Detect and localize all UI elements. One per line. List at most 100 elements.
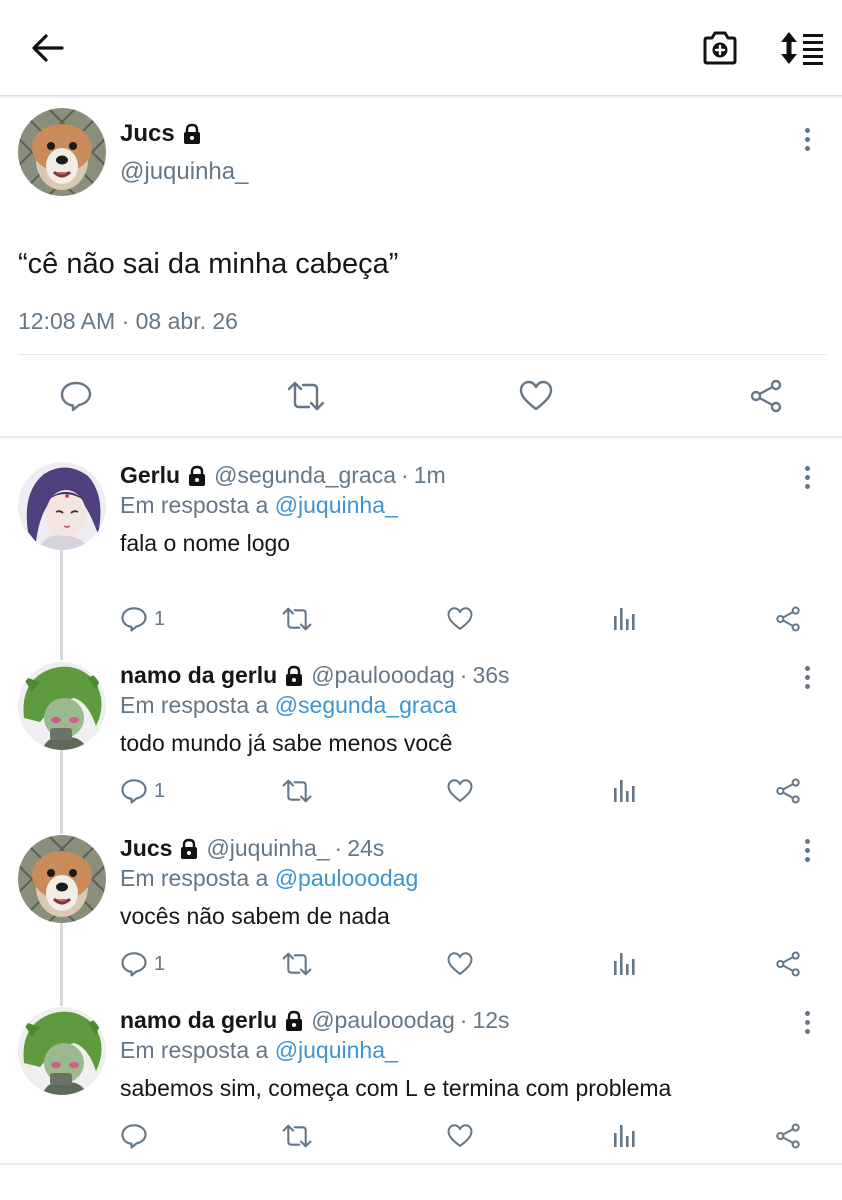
heart-icon <box>519 380 553 411</box>
in-reply-prefix: Em resposta a <box>120 1037 269 1063</box>
reply-author-handle[interactable]: @paulooodag <box>311 662 455 689</box>
author-name-row: Jucs <box>120 120 203 148</box>
reply-author-name[interactable]: namo da gerlu <box>120 1007 277 1034</box>
back-button[interactable] <box>22 26 74 70</box>
more-dot <box>804 838 810 844</box>
retweet-icon <box>282 1124 312 1148</box>
more-dot <box>804 1010 810 1016</box>
lock-icon <box>286 1010 303 1031</box>
heart-icon <box>447 779 473 802</box>
like-button[interactable] <box>446 602 474 636</box>
analytics-button[interactable] <box>612 1119 636 1153</box>
more-options-button[interactable] <box>797 835 817 865</box>
reply-button[interactable]: 1 <box>120 774 165 808</box>
dog-avatar-image <box>18 835 106 923</box>
avatar[interactable] <box>18 108 106 196</box>
more-dot <box>804 847 810 853</box>
mention-link[interactable]: @segunda_graca <box>275 692 457 718</box>
reply-time: 24s <box>347 835 385 861</box>
retweet-button[interactable] <box>286 376 326 416</box>
share-button[interactable] <box>774 602 802 636</box>
share-button[interactable] <box>774 947 802 981</box>
reply-author-handle[interactable]: @juquinha_ <box>206 835 329 862</box>
like-button[interactable] <box>446 947 474 981</box>
retweet-button[interactable] <box>282 1119 312 1153</box>
more-dot <box>804 683 810 689</box>
avatar[interactable] <box>18 462 106 550</box>
avatar[interactable] <box>18 835 106 923</box>
reply-author-name[interactable]: Jucs <box>120 835 172 862</box>
retweet-button[interactable] <box>282 774 312 808</box>
retweet-button[interactable] <box>282 947 312 981</box>
reply-author-name[interactable]: Gerlu <box>120 462 180 489</box>
lock-icon <box>286 665 303 686</box>
reply-count: 1 <box>154 779 166 802</box>
reply-actions: 1 <box>0 602 842 636</box>
reply-time: 36s <box>472 662 510 688</box>
bar-chart-icon <box>614 1125 635 1147</box>
author-handle[interactable]: @juquinha_ <box>120 158 248 186</box>
reply-count: 1 <box>154 952 166 975</box>
mention-link[interactable]: @juquinha_ <box>275 1037 398 1063</box>
share-icon <box>776 606 800 632</box>
reply-button[interactable] <box>120 1119 154 1153</box>
arrow-left-icon <box>32 34 64 62</box>
author-name[interactable]: Jucs <box>120 120 175 148</box>
green-hair-avatar-image <box>18 1007 106 1095</box>
share-button[interactable] <box>774 774 802 808</box>
reply-button[interactable] <box>56 376 96 416</box>
reply-header: Jucs @juquinha_ · 24s <box>120 835 384 862</box>
mention-link[interactable]: @juquinha_ <box>275 492 398 518</box>
top-bar <box>0 0 842 96</box>
lock-icon <box>181 838 198 859</box>
main-tweet: Jucs @juquinha_ “cê não sai da minha cab… <box>0 98 842 436</box>
in-reply-prefix: Em resposta a <box>120 692 269 718</box>
bar-chart-icon <box>614 780 635 802</box>
more-dot <box>804 1028 810 1034</box>
like-button[interactable] <box>446 1119 474 1153</box>
reply-time: 1m <box>413 462 446 488</box>
like-button[interactable] <box>446 774 474 808</box>
share-button[interactable] <box>746 376 786 416</box>
more-options-button[interactable] <box>797 662 817 692</box>
more-options-button[interactable] <box>797 462 817 492</box>
more-dot <box>804 474 810 480</box>
bar-chart-icon <box>614 608 635 630</box>
share-button[interactable] <box>774 1119 802 1153</box>
avatar[interactable] <box>18 662 106 750</box>
retweet-icon <box>282 607 312 631</box>
heart-icon <box>447 1124 473 1147</box>
more-options-button[interactable] <box>797 1007 817 1037</box>
more-dot <box>804 856 810 862</box>
like-button[interactable] <box>516 376 556 416</box>
mention-link[interactable]: @paulooodag <box>275 865 419 891</box>
analytics-button[interactable] <box>612 602 636 636</box>
share-icon <box>776 1123 800 1149</box>
dog-avatar-image <box>18 108 106 196</box>
avatar[interactable] <box>18 1007 106 1095</box>
more-dot <box>804 483 810 489</box>
analytics-button[interactable] <box>612 774 636 808</box>
reply-header: Gerlu @segunda_graca · 1m <box>120 462 446 489</box>
reply-time: 12s <box>472 1007 510 1033</box>
reply-author-handle[interactable]: @paulooodag <box>311 1007 455 1034</box>
separator-dot: · <box>459 1007 468 1033</box>
more-dot <box>804 145 810 151</box>
reply-button[interactable]: 1 <box>120 602 165 636</box>
more-options-button[interactable] <box>797 124 817 154</box>
reply-tweet: namo da gerlu @paulooodag · 36s Em respo… <box>0 662 842 812</box>
lock-icon <box>189 465 206 486</box>
reply-icon <box>121 607 147 632</box>
separator-dot: · <box>334 835 343 861</box>
retweet-button[interactable] <box>282 602 312 636</box>
separator-dot: · <box>459 662 468 688</box>
reply-author-handle[interactable]: @segunda_graca <box>214 462 396 489</box>
reply-author-name[interactable]: namo da gerlu <box>120 662 277 689</box>
camera-button[interactable] <box>694 24 746 72</box>
analytics-button[interactable] <box>612 947 636 981</box>
reply-icon <box>60 381 92 412</box>
sort-button[interactable] <box>772 24 832 72</box>
retweet-icon <box>287 381 325 411</box>
reply-button[interactable]: 1 <box>120 947 165 981</box>
reply-actions: 1 <box>0 774 842 808</box>
